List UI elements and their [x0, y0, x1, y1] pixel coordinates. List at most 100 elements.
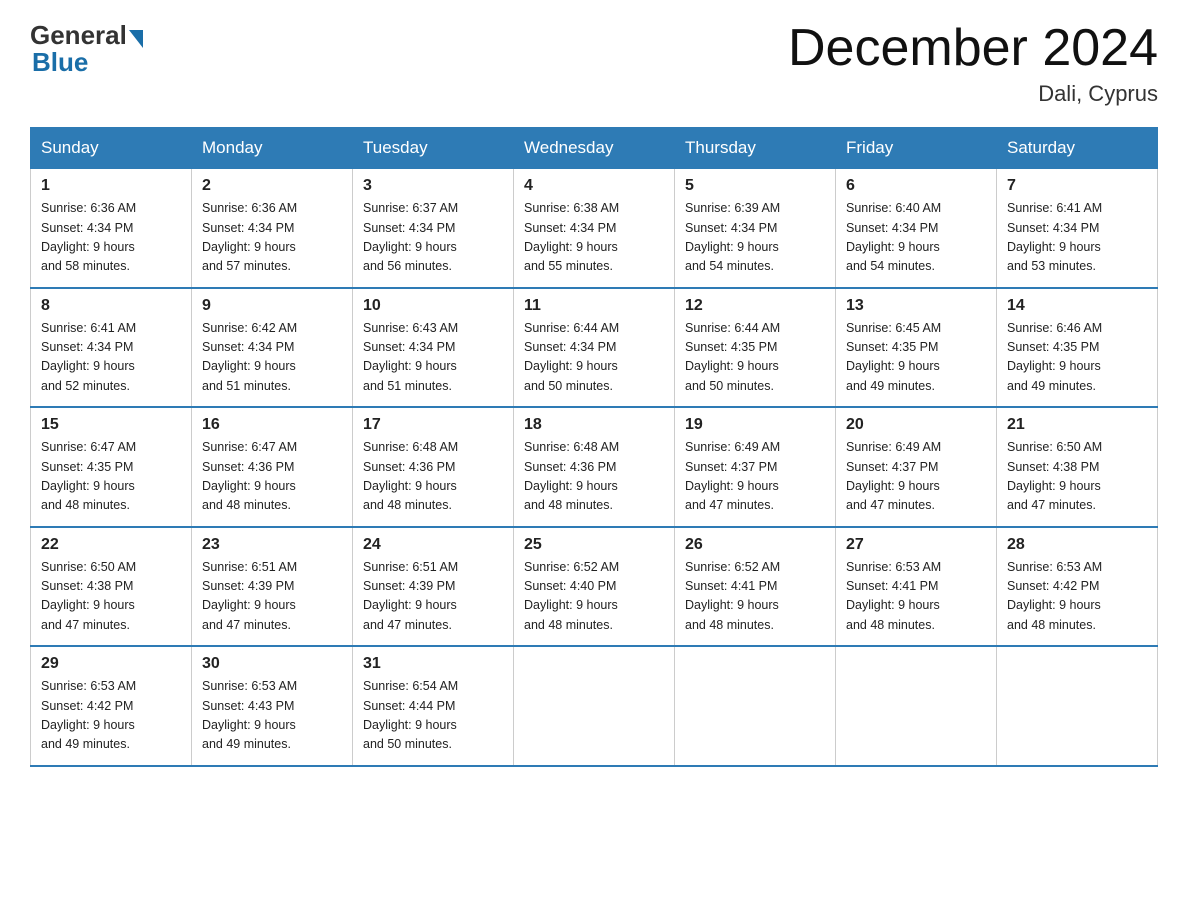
- day-info: Sunrise: 6:52 AM Sunset: 4:41 PM Dayligh…: [685, 558, 825, 636]
- col-thursday: Thursday: [675, 128, 836, 169]
- table-row: 2 Sunrise: 6:36 AM Sunset: 4:34 PM Dayli…: [192, 169, 353, 288]
- table-row: 4 Sunrise: 6:38 AM Sunset: 4:34 PM Dayli…: [514, 169, 675, 288]
- day-number: 4: [524, 177, 664, 195]
- day-number: 2: [202, 177, 342, 195]
- day-number: 8: [41, 297, 181, 315]
- day-info: Sunrise: 6:38 AM Sunset: 4:34 PM Dayligh…: [524, 199, 664, 277]
- day-info: Sunrise: 6:53 AM Sunset: 4:42 PM Dayligh…: [41, 677, 181, 755]
- table-row: 28 Sunrise: 6:53 AM Sunset: 4:42 PM Dayl…: [997, 527, 1158, 647]
- day-number: 6: [846, 177, 986, 195]
- day-number: 9: [202, 297, 342, 315]
- col-sunday: Sunday: [31, 128, 192, 169]
- calendar-week-row: 1 Sunrise: 6:36 AM Sunset: 4:34 PM Dayli…: [31, 169, 1158, 288]
- day-number: 24: [363, 536, 503, 554]
- table-row: 8 Sunrise: 6:41 AM Sunset: 4:34 PM Dayli…: [31, 288, 192, 408]
- table-row: 30 Sunrise: 6:53 AM Sunset: 4:43 PM Dayl…: [192, 646, 353, 766]
- day-number: 30: [202, 655, 342, 673]
- day-info: Sunrise: 6:41 AM Sunset: 4:34 PM Dayligh…: [41, 319, 181, 397]
- day-number: 7: [1007, 177, 1147, 195]
- table-row: 18 Sunrise: 6:48 AM Sunset: 4:36 PM Dayl…: [514, 407, 675, 527]
- table-row: 26 Sunrise: 6:52 AM Sunset: 4:41 PM Dayl…: [675, 527, 836, 647]
- day-number: 19: [685, 416, 825, 434]
- table-row: 13 Sunrise: 6:45 AM Sunset: 4:35 PM Dayl…: [836, 288, 997, 408]
- calendar-week-row: 29 Sunrise: 6:53 AM Sunset: 4:42 PM Dayl…: [31, 646, 1158, 766]
- month-title: December 2024: [788, 20, 1158, 77]
- day-info: Sunrise: 6:45 AM Sunset: 4:35 PM Dayligh…: [846, 319, 986, 397]
- day-number: 10: [363, 297, 503, 315]
- col-saturday: Saturday: [997, 128, 1158, 169]
- day-info: Sunrise: 6:51 AM Sunset: 4:39 PM Dayligh…: [202, 558, 342, 636]
- day-info: Sunrise: 6:37 AM Sunset: 4:34 PM Dayligh…: [363, 199, 503, 277]
- day-info: Sunrise: 6:49 AM Sunset: 4:37 PM Dayligh…: [685, 438, 825, 516]
- day-info: Sunrise: 6:53 AM Sunset: 4:42 PM Dayligh…: [1007, 558, 1147, 636]
- table-row: 20 Sunrise: 6:49 AM Sunset: 4:37 PM Dayl…: [836, 407, 997, 527]
- col-tuesday: Tuesday: [353, 128, 514, 169]
- table-row: [997, 646, 1158, 766]
- table-row: 19 Sunrise: 6:49 AM Sunset: 4:37 PM Dayl…: [675, 407, 836, 527]
- day-number: 17: [363, 416, 503, 434]
- col-wednesday: Wednesday: [514, 128, 675, 169]
- day-number: 3: [363, 177, 503, 195]
- day-number: 26: [685, 536, 825, 554]
- table-row: 7 Sunrise: 6:41 AM Sunset: 4:34 PM Dayli…: [997, 169, 1158, 288]
- day-number: 21: [1007, 416, 1147, 434]
- day-info: Sunrise: 6:41 AM Sunset: 4:34 PM Dayligh…: [1007, 199, 1147, 277]
- day-info: Sunrise: 6:44 AM Sunset: 4:35 PM Dayligh…: [685, 319, 825, 397]
- day-number: 16: [202, 416, 342, 434]
- col-monday: Monday: [192, 128, 353, 169]
- table-row: 9 Sunrise: 6:42 AM Sunset: 4:34 PM Dayli…: [192, 288, 353, 408]
- logo: General Blue: [30, 20, 145, 78]
- table-row: 25 Sunrise: 6:52 AM Sunset: 4:40 PM Dayl…: [514, 527, 675, 647]
- day-info: Sunrise: 6:36 AM Sunset: 4:34 PM Dayligh…: [202, 199, 342, 277]
- table-row: 3 Sunrise: 6:37 AM Sunset: 4:34 PM Dayli…: [353, 169, 514, 288]
- day-number: 13: [846, 297, 986, 315]
- table-row: 10 Sunrise: 6:43 AM Sunset: 4:34 PM Dayl…: [353, 288, 514, 408]
- table-row: 6 Sunrise: 6:40 AM Sunset: 4:34 PM Dayli…: [836, 169, 997, 288]
- table-row: 31 Sunrise: 6:54 AM Sunset: 4:44 PM Dayl…: [353, 646, 514, 766]
- day-info: Sunrise: 6:50 AM Sunset: 4:38 PM Dayligh…: [41, 558, 181, 636]
- day-info: Sunrise: 6:47 AM Sunset: 4:36 PM Dayligh…: [202, 438, 342, 516]
- day-info: Sunrise: 6:48 AM Sunset: 4:36 PM Dayligh…: [524, 438, 664, 516]
- table-row: [675, 646, 836, 766]
- day-info: Sunrise: 6:51 AM Sunset: 4:39 PM Dayligh…: [363, 558, 503, 636]
- table-row: 11 Sunrise: 6:44 AM Sunset: 4:34 PM Dayl…: [514, 288, 675, 408]
- table-row: 21 Sunrise: 6:50 AM Sunset: 4:38 PM Dayl…: [997, 407, 1158, 527]
- day-info: Sunrise: 6:42 AM Sunset: 4:34 PM Dayligh…: [202, 319, 342, 397]
- day-number: 14: [1007, 297, 1147, 315]
- table-row: 23 Sunrise: 6:51 AM Sunset: 4:39 PM Dayl…: [192, 527, 353, 647]
- day-info: Sunrise: 6:49 AM Sunset: 4:37 PM Dayligh…: [846, 438, 986, 516]
- day-number: 22: [41, 536, 181, 554]
- table-row: 15 Sunrise: 6:47 AM Sunset: 4:35 PM Dayl…: [31, 407, 192, 527]
- day-info: Sunrise: 6:40 AM Sunset: 4:34 PM Dayligh…: [846, 199, 986, 277]
- day-number: 5: [685, 177, 825, 195]
- table-row: 5 Sunrise: 6:39 AM Sunset: 4:34 PM Dayli…: [675, 169, 836, 288]
- day-info: Sunrise: 6:43 AM Sunset: 4:34 PM Dayligh…: [363, 319, 503, 397]
- calendar-week-row: 15 Sunrise: 6:47 AM Sunset: 4:35 PM Dayl…: [31, 407, 1158, 527]
- day-number: 25: [524, 536, 664, 554]
- location: Dali, Cyprus: [788, 81, 1158, 107]
- day-info: Sunrise: 6:36 AM Sunset: 4:34 PM Dayligh…: [41, 199, 181, 277]
- table-row: 12 Sunrise: 6:44 AM Sunset: 4:35 PM Dayl…: [675, 288, 836, 408]
- day-number: 15: [41, 416, 181, 434]
- day-info: Sunrise: 6:50 AM Sunset: 4:38 PM Dayligh…: [1007, 438, 1147, 516]
- day-number: 11: [524, 297, 664, 315]
- table-row: 14 Sunrise: 6:46 AM Sunset: 4:35 PM Dayl…: [997, 288, 1158, 408]
- title-area: December 2024 Dali, Cyprus: [788, 20, 1158, 107]
- day-number: 31: [363, 655, 503, 673]
- table-row: [514, 646, 675, 766]
- table-row: 1 Sunrise: 6:36 AM Sunset: 4:34 PM Dayli…: [31, 169, 192, 288]
- day-number: 18: [524, 416, 664, 434]
- day-info: Sunrise: 6:44 AM Sunset: 4:34 PM Dayligh…: [524, 319, 664, 397]
- day-info: Sunrise: 6:53 AM Sunset: 4:43 PM Dayligh…: [202, 677, 342, 755]
- day-info: Sunrise: 6:48 AM Sunset: 4:36 PM Dayligh…: [363, 438, 503, 516]
- table-row: 17 Sunrise: 6:48 AM Sunset: 4:36 PM Dayl…: [353, 407, 514, 527]
- table-row: 16 Sunrise: 6:47 AM Sunset: 4:36 PM Dayl…: [192, 407, 353, 527]
- logo-arrow-icon: [129, 30, 143, 48]
- day-number: 23: [202, 536, 342, 554]
- day-number: 27: [846, 536, 986, 554]
- logo-blue-text: Blue: [30, 47, 88, 78]
- calendar-week-row: 22 Sunrise: 6:50 AM Sunset: 4:38 PM Dayl…: [31, 527, 1158, 647]
- day-info: Sunrise: 6:53 AM Sunset: 4:41 PM Dayligh…: [846, 558, 986, 636]
- day-number: 29: [41, 655, 181, 673]
- page-header: General Blue December 2024 Dali, Cyprus: [30, 20, 1158, 107]
